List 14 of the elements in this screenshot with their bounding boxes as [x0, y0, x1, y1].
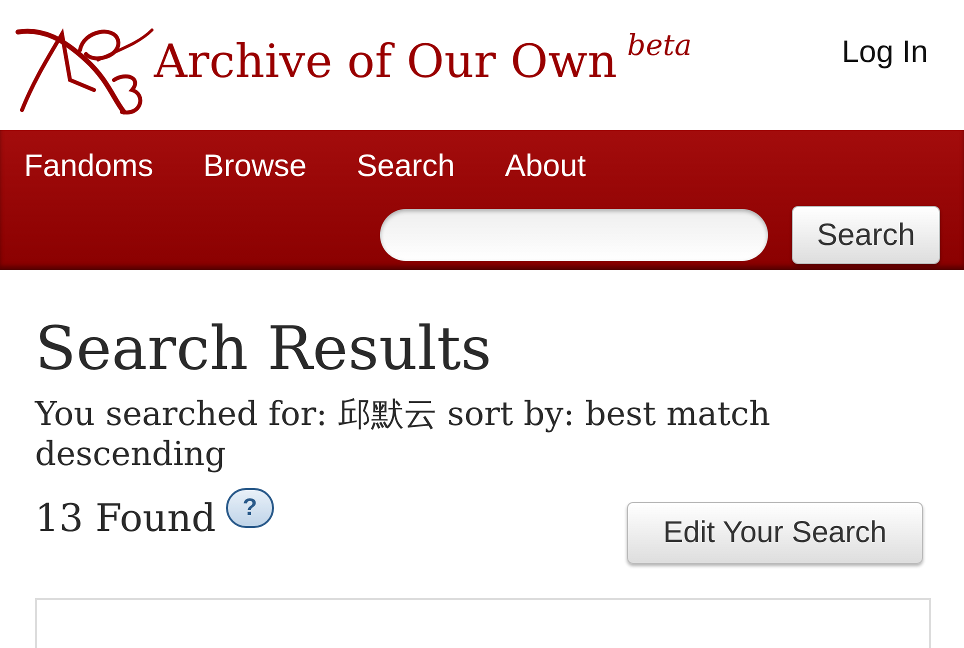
nav-link[interactable]: Browse: [203, 148, 307, 184]
site-title[interactable]: Archive of Our Own: [154, 34, 618, 88]
search-summary: You searched for: 邱默云 sort by: best match descending: [35, 394, 772, 474]
search-field[interactable]: [380, 209, 768, 261]
beta-label: beta: [627, 28, 692, 62]
results-count: 13 Found: [35, 496, 216, 540]
nav-link[interactable]: About: [504, 148, 586, 184]
page-heading: Search Results: [35, 314, 493, 384]
help-button[interactable]: ?: [226, 488, 274, 528]
search-button[interactable]: Search: [792, 206, 940, 264]
nav-link[interactable]: Fandoms: [24, 148, 154, 184]
nav-link[interactable]: Search: [356, 148, 455, 184]
edit-search-button[interactable]: Edit Your Search: [627, 502, 923, 564]
login-link[interactable]: Log In: [842, 34, 928, 70]
